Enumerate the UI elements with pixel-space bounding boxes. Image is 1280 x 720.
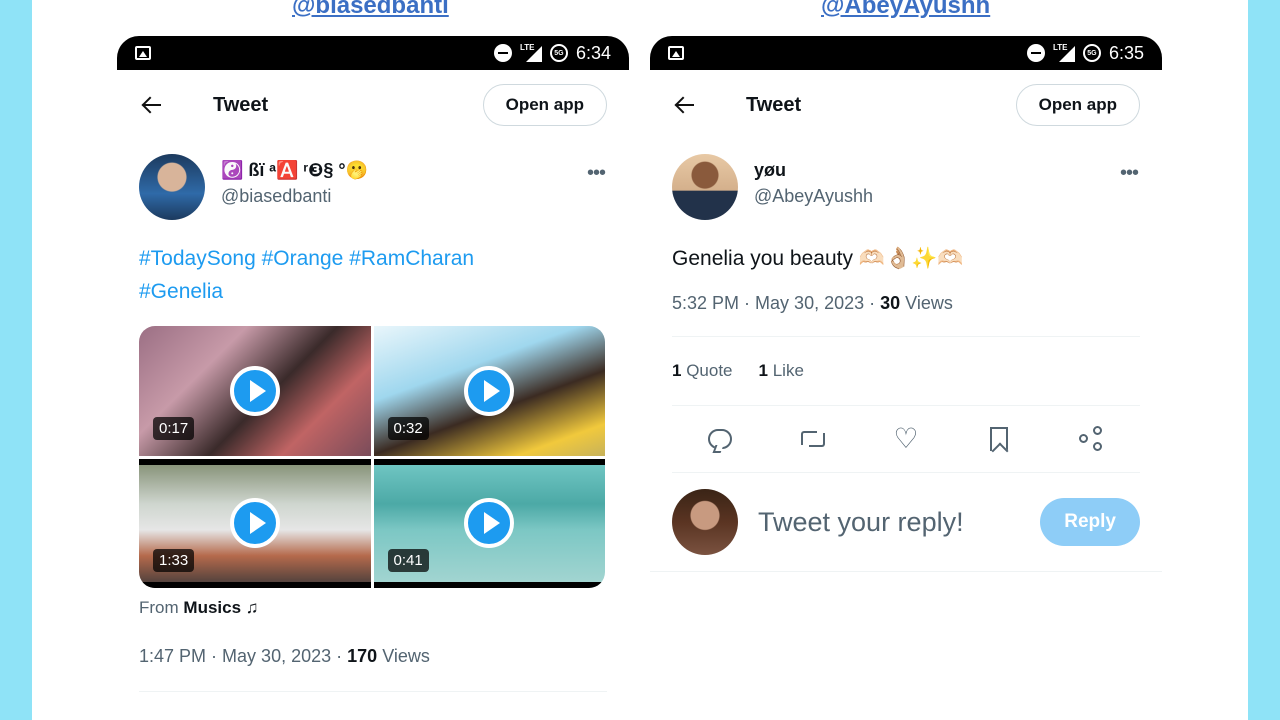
tweet-date: May 30, 2023 xyxy=(755,293,865,313)
divider xyxy=(139,691,607,692)
page-title: Tweet xyxy=(213,93,269,116)
bookmark-button[interactable] xyxy=(985,425,1013,453)
reply-button[interactable] xyxy=(706,425,734,453)
media-grid: 0:17 0:32 1:33 0:41 xyxy=(139,326,605,588)
play-icon[interactable] xyxy=(464,365,515,416)
tweet-meta: 1:47 PM · May 30, 2023 · 170 Views xyxy=(139,646,430,666)
avatar[interactable] xyxy=(672,154,738,220)
do-not-disturb-icon xyxy=(1026,44,1045,62)
retweet-button[interactable] xyxy=(799,425,827,453)
letterbox-bar xyxy=(139,458,371,465)
status-time: 6:35 xyxy=(1108,42,1144,63)
source-line: From Musics ♫ xyxy=(117,588,629,618)
tweet-time: 1:47 PM xyxy=(139,646,207,666)
reply-icon xyxy=(708,429,733,449)
more-options-icon[interactable]: ••• xyxy=(1120,162,1139,185)
retweet-icon xyxy=(799,429,827,449)
video-duration: 1:33 xyxy=(153,549,195,572)
do-not-disturb-icon xyxy=(493,44,512,62)
action-bar: ♡ xyxy=(650,406,1162,472)
data-saver-icon: 5G xyxy=(1082,44,1101,62)
username[interactable]: @biasedbanti xyxy=(221,182,368,210)
tweet-time: 5:32 PM xyxy=(672,293,740,313)
status-bar: LTE 5G 6:35 xyxy=(650,36,1162,70)
like-label: Like xyxy=(772,361,804,380)
lte-signal-icon: LTE xyxy=(1053,43,1075,62)
video-thumbnail[interactable]: 0:41 xyxy=(373,458,605,588)
right-handle-caption: @AbeyAyushh xyxy=(821,0,991,19)
engagement-stats: 1 Quote 1 Like xyxy=(650,337,1162,405)
play-icon[interactable] xyxy=(464,498,515,549)
canvas: @biasedbanti @AbeyAyushh LTE 5G 6:34 Twe… xyxy=(32,0,1248,720)
play-icon[interactable] xyxy=(229,365,280,416)
tweet-author: ☯️ ßï ᵃ🅰️ ʳ❸§ °🫢 @biasedbanti ••• xyxy=(117,140,629,220)
views-count: 170 xyxy=(347,646,378,666)
video-thumbnail[interactable]: 1:33 xyxy=(139,458,371,588)
gallery-icon xyxy=(135,46,151,60)
reply-input[interactable]: Tweet your reply! xyxy=(758,507,1040,538)
avatar[interactable] xyxy=(139,154,205,220)
back-arrow-icon[interactable] xyxy=(674,94,696,116)
lte-signal-icon: LTE xyxy=(520,43,542,62)
tweet-text: #TodaySong #Orange #RamCharan #Genelia xyxy=(117,220,629,308)
left-phone-screen: LTE 5G 6:34 Tweet Open app ☯️ ßï ᵃ🅰️ ʳ❸§… xyxy=(117,36,629,720)
play-icon[interactable] xyxy=(229,498,280,549)
top-bar: Tweet Open app xyxy=(117,70,629,140)
top-bar: Tweet Open app xyxy=(650,70,1162,140)
source-name[interactable]: Musics ♫ xyxy=(183,598,258,617)
views-label: Views xyxy=(382,646,430,666)
hashtag-link[interactable]: #Genelia xyxy=(139,280,223,303)
tweet-date: May 30, 2023 xyxy=(222,646,332,666)
right-phone-screen: LTE 5G 6:35 Tweet Open app yøu @AbeyAyus… xyxy=(650,36,1162,720)
gallery-icon xyxy=(668,46,684,60)
video-duration: 0:32 xyxy=(387,416,429,440)
reply-composer: Tweet your reply! Reply xyxy=(650,473,1162,571)
letterbox-bar xyxy=(373,582,605,588)
quote-stat[interactable]: 1 Quote xyxy=(672,361,733,381)
display-name[interactable]: yøu xyxy=(754,158,873,182)
letterbox-bar xyxy=(139,582,371,588)
more-options-icon[interactable]: ••• xyxy=(587,162,606,185)
letterbox-bar xyxy=(373,458,605,465)
bookmark-icon xyxy=(989,427,1008,451)
video-thumbnail[interactable]: 0:32 xyxy=(373,326,605,456)
data-saver-icon: 5G xyxy=(549,44,568,62)
username[interactable]: @AbeyAyushh xyxy=(754,182,873,210)
divider xyxy=(650,571,1162,572)
views-label: Views xyxy=(905,293,953,313)
tweet-author: yøu @AbeyAyushh ••• xyxy=(650,140,1162,220)
heart-icon: ♡ xyxy=(893,423,919,454)
source-prefix: From xyxy=(139,598,179,617)
share-icon xyxy=(1078,426,1105,452)
tweet-meta: 5:32 PM · May 30, 2023 · 30 Views xyxy=(672,293,953,313)
display-name[interactable]: ☯️ ßï ᵃ🅰️ ʳ❸§ °🫢 xyxy=(221,158,368,182)
reply-submit-button[interactable]: Reply xyxy=(1040,498,1140,546)
tweet-text: Genelia you beauty 🫶🏻👌🏼✨🫶🏻 xyxy=(672,247,964,270)
hashtag-link[interactable]: #TodaySong xyxy=(139,247,256,270)
status-bar: LTE 5G 6:34 xyxy=(117,36,629,70)
like-button[interactable]: ♡ xyxy=(892,425,920,453)
open-app-button[interactable]: Open app xyxy=(482,84,607,126)
share-button[interactable] xyxy=(1078,425,1106,453)
views-count: 30 xyxy=(880,293,901,313)
left-handle-caption: @biasedbanti xyxy=(292,0,449,19)
page-title: Tweet xyxy=(746,93,802,116)
quote-count: 1 xyxy=(672,361,682,380)
hashtag-link[interactable]: #Orange xyxy=(262,247,344,270)
video-duration: 0:41 xyxy=(387,549,429,572)
back-arrow-icon[interactable] xyxy=(141,94,163,116)
status-time: 6:34 xyxy=(575,42,611,63)
like-stat[interactable]: 1 Like xyxy=(759,361,804,381)
video-duration: 0:17 xyxy=(153,416,195,440)
like-count: 1 xyxy=(758,361,768,380)
hashtag-link[interactable]: #RamCharan xyxy=(349,247,474,270)
quote-label: Quote xyxy=(686,361,733,380)
open-app-button[interactable]: Open app xyxy=(1015,84,1140,126)
video-thumbnail[interactable]: 0:17 xyxy=(139,326,371,456)
avatar xyxy=(672,489,738,555)
